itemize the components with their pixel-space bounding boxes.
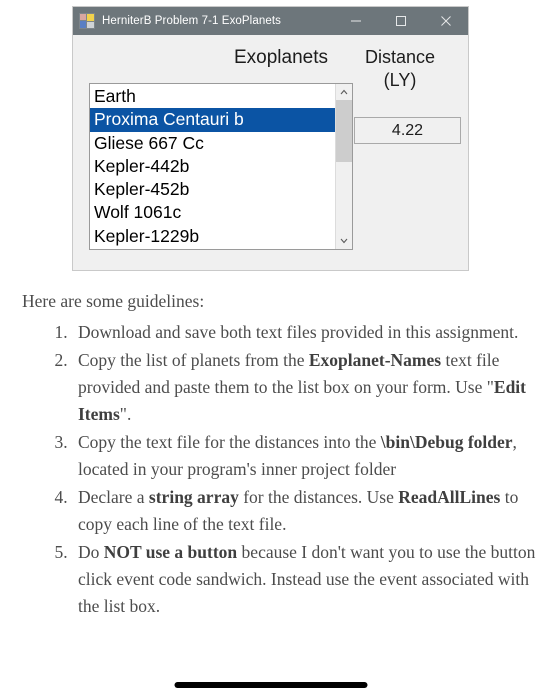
guideline-item: Copy the text file for the distances int… [72,429,542,483]
guideline-text: ". [119,404,132,424]
distance-value: 4.22 [391,121,424,139]
distance-label: Distance (LY) [338,46,462,92]
scrollbar-track[interactable] [336,100,352,233]
listbox-item[interactable]: Proxima Centauri b [90,108,335,132]
guideline-emphasis: ReadAllLines [398,487,501,507]
guidelines-intro: Here are some guidelines: [22,291,205,311]
listbox-item[interactable]: Kepler-442b [90,155,335,178]
app-squares-icon [79,13,95,29]
scroll-down-button[interactable] [336,233,352,249]
guideline-item: Do NOT use a button because I don't want… [72,539,542,620]
listbox-item[interactable]: Wolf 1061c [90,201,335,224]
listbox-items[interactable]: Earth Proxima Centauri b Gliese 667 Cc Kepl… [90,84,335,249]
guideline-text: Declare a [78,487,149,507]
maximize-button[interactable] [378,7,423,35]
guidelines-list: Download and save both text files provid… [0,319,542,620]
guideline-emphasis: string array [148,487,239,507]
close-button[interactable] [423,7,468,35]
guideline-text: Copy the text file for the distances int… [78,432,381,452]
listbox-item[interactable]: Kepler-1229b [90,225,335,248]
scroll-up-button[interactable] [336,84,352,100]
chevron-down-icon [340,238,348,244]
window-titlebar[interactable]: HerniterB Problem 7-1 ExoPlanets [73,7,468,35]
minimize-icon [350,20,361,22]
chevron-up-icon [340,89,348,95]
listbox-item[interactable]: Earth [90,85,335,108]
distance-label-line1: Distance [364,47,436,67]
listbox-item[interactable]: Gliese 667 Cc [90,132,335,155]
guideline-text: for the distances. Use [238,487,399,507]
minimize-button[interactable] [333,7,378,35]
distance-value-box: 4.22 [354,117,461,144]
guideline-item: Declare a string array for the distances… [72,484,542,538]
listbox-item[interactable]: Kepler-452b [90,178,335,201]
guideline-emphasis: Exoplanet-Names [308,350,442,370]
window-controls [333,7,468,35]
form-body: Exoplanets Distance (LY) Earth Proxima Ce… [73,35,468,270]
window-title: HerniterB Problem 7-1 ExoPlanets [102,15,281,27]
listbox-scrollbar[interactable] [335,84,352,249]
guideline-item: Download and save both text files provid… [72,319,542,346]
close-icon [440,16,451,26]
document-text: Here are some guidelines: Download and s… [0,288,542,621]
app-window: HerniterB Problem 7-1 ExoPlanets Exoplan… [72,6,469,271]
home-indicator [174,682,368,688]
exoplanets-listbox[interactable]: Earth Proxima Centauri b Gliese 667 Cc Kepl… [89,83,353,250]
guideline-text: Copy the list of planets from the [78,350,309,370]
scrollbar-thumb[interactable] [336,100,352,162]
maximize-icon [395,16,406,26]
guideline-text: Download and save both text files provid… [78,322,519,342]
guideline-text: Do [78,542,104,562]
guideline-emphasis: \bin\Debug folder [380,432,513,452]
guideline-emphasis: NOT use a button [103,542,238,562]
guideline-item: Copy the list of planets from the Exopla… [72,347,542,428]
distance-label-line2: (LY) [383,70,417,91]
